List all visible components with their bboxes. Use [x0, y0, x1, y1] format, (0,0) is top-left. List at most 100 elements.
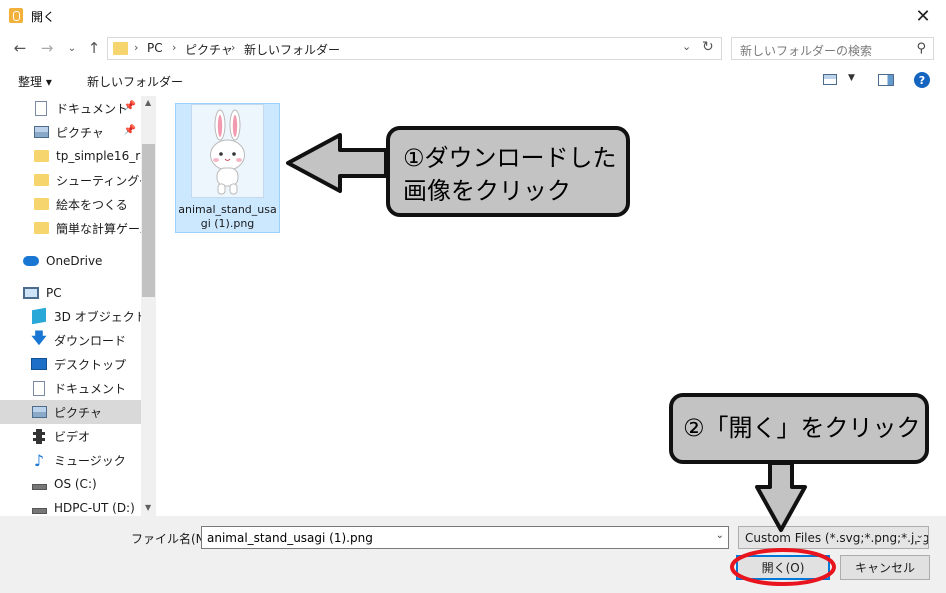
help-icon[interactable]: ? — [914, 72, 930, 88]
breadcrumb-separator: › — [231, 41, 236, 54]
preview-pane-icon[interactable] — [878, 74, 894, 86]
sidebar-item-label: デスクトップ — [54, 357, 127, 372]
folder-icon — [113, 42, 128, 55]
sidebar-item-onedrive[interactable]: OneDrive — [0, 249, 141, 273]
sidebar-item-hdpc-ut-d[interactable]: HDPC-UT (D:) — [0, 496, 141, 516]
sidebar-item-videos[interactable]: ビデオ — [0, 424, 141, 448]
callout-text: ②「開く」をクリック — [683, 414, 921, 442]
filetype-value: Custom Files (*.svg;*.png;*.jpg;* — [745, 531, 929, 545]
document-icon — [33, 100, 49, 116]
pin-icon: 📌 — [123, 101, 136, 112]
sidebar-item-shooting-game[interactable]: シューティングゲーム — [0, 168, 141, 192]
pc-icon — [23, 285, 39, 301]
open-button[interactable]: 開く(O) — [736, 555, 830, 580]
app-icon — [9, 8, 23, 23]
organize-button[interactable]: 整理 ▾ — [18, 73, 52, 90]
sidebar-item-label: ビデオ — [54, 429, 91, 444]
chevron-down-icon[interactable]: ⌄ — [913, 530, 924, 541]
sidebar-item-label: 簡単な計算ゲーム — [56, 221, 141, 236]
sidebar-item-label: PC — [46, 286, 62, 300]
rabbit-image — [210, 109, 245, 195]
breadcrumb-pc[interactable]: PC — [147, 41, 163, 55]
instruction-callout-step2: ②「開く」をクリック — [669, 393, 929, 464]
refresh-icon[interactable]: ↻ — [702, 39, 714, 55]
breadcrumb-separator: › — [134, 41, 139, 54]
chevron-down-icon[interactable]: ⌄ — [682, 40, 691, 53]
drive-icon — [31, 476, 47, 492]
sidebar-item-label: 絵本をつくる — [56, 197, 128, 212]
instruction-callout-step1: ①ダウンロードした 画像をクリック — [386, 126, 630, 217]
sidebar-item-label: tp_simple16_race — [56, 149, 141, 163]
onedrive-icon — [23, 253, 39, 269]
sidebar-item-label: OS (C:) — [54, 477, 97, 491]
arrow-left-icon — [286, 133, 388, 193]
chevron-down-icon[interactable]: ⌄ — [716, 530, 724, 541]
download-icon: 🡇 — [31, 328, 47, 347]
document-icon — [31, 380, 47, 396]
folder-icon — [33, 148, 49, 164]
sidebar-item-calc-game[interactable]: 簡単な計算ゲーム — [0, 216, 141, 240]
sidebar-item-label: ピクチャ — [54, 405, 102, 420]
cancel-button[interactable]: キャンセル — [840, 555, 930, 580]
callout-text: 画像をクリック — [403, 177, 571, 205]
chevron-down-icon[interactable]: ▼ — [848, 73, 855, 83]
file-thumbnail[interactable] — [191, 104, 264, 198]
music-icon: ♪ — [33, 450, 45, 470]
video-icon — [31, 428, 47, 444]
breadcrumb-pictures[interactable]: ピクチャ — [185, 41, 233, 58]
sidebar-item-documents[interactable]: ドキュメント — [0, 376, 141, 400]
filetype-select[interactable]: Custom Files (*.svg;*.png;*.jpg;* ⌄ — [738, 526, 929, 549]
scroll-up-icon[interactable]: ▲ — [145, 98, 151, 107]
back-button[interactable]: ← — [10, 38, 30, 58]
new-folder-button[interactable]: 新しいフォルダー — [87, 73, 183, 90]
scroll-down-icon[interactable]: ▼ — [145, 503, 151, 512]
breadcrumb-new-folder[interactable]: 新しいフォルダー — [244, 41, 340, 58]
sidebar-item-label: ドキュメント — [56, 101, 129, 116]
address-bar[interactable]: › PC › ピクチャ › 新しいフォルダー ⌄ ↻ — [107, 37, 722, 60]
close-button[interactable]: ✕ — [900, 0, 946, 32]
pictures-icon — [33, 124, 49, 140]
up-button[interactable]: ↑ — [84, 38, 104, 58]
view-options-icon[interactable] — [823, 74, 837, 85]
filename-field[interactable]: animal_stand_usagi (1).png ⌄ — [201, 526, 729, 549]
sidebar-item-os-c[interactable]: OS (C:) — [0, 472, 141, 496]
recent-locations-button[interactable]: ⌄ — [62, 38, 82, 58]
pin-icon: 📌 — [123, 125, 136, 136]
breadcrumb-separator: › — [172, 41, 177, 54]
sidebar-item-label: ミュージック — [54, 453, 126, 468]
drive-icon — [31, 500, 47, 516]
folder-icon — [33, 172, 49, 188]
desktop-icon — [31, 356, 47, 372]
sidebar-item-picture-book[interactable]: 絵本をつくる — [0, 192, 141, 216]
sidebar-item-label: ドキュメント — [54, 381, 127, 396]
sidebar-item-label: シューティングゲーム — [56, 173, 141, 188]
pictures-icon — [31, 404, 47, 420]
sidebar-item-label: ピクチャ — [56, 125, 104, 140]
search-placeholder: 新しいフォルダーの検索 — [740, 44, 873, 58]
sidebar-item-label: OneDrive — [46, 254, 103, 268]
sidebar-item-tp-simple16-race[interactable]: tp_simple16_race — [0, 144, 141, 168]
forward-button[interactable]: → — [37, 38, 57, 58]
navigation-pane: ドキュメント 📌 ピクチャ 📌 tp_simple16_race シューティング… — [0, 96, 156, 516]
title-bar: 開く ✕ — [0, 0, 946, 32]
file-name-label[interactable]: animal_stand_usagi (1).png — [178, 203, 277, 231]
sidebar-item-quick-pictures[interactable]: ピクチャ 📌 — [0, 120, 141, 144]
filename-value: animal_stand_usagi (1).png — [207, 531, 373, 545]
sidebar-item-downloads[interactable]: 🡇 ダウンロード — [0, 328, 141, 352]
sidebar-item-pictures[interactable]: ピクチャ — [0, 400, 141, 424]
3d-objects-icon — [31, 307, 47, 325]
folder-icon — [33, 196, 49, 212]
search-icon: ⚲ — [916, 41, 926, 56]
scrollbar-thumb[interactable] — [142, 144, 155, 297]
sidebar-item-desktop[interactable]: デスクトップ — [0, 352, 141, 376]
sidebar-item-music[interactable]: ♪ ミュージック — [0, 448, 141, 472]
sidebar-item-3d-objects[interactable]: 3D オブジェクト — [0, 304, 141, 328]
sidebar-item-pc[interactable]: PC — [0, 281, 141, 305]
sidebar-item-quick-documents[interactable]: ドキュメント 📌 — [0, 96, 141, 120]
sidebar-item-label: ダウンロード — [54, 333, 127, 348]
search-input[interactable]: 新しいフォルダーの検索 ⚲ — [731, 37, 934, 60]
command-toolbar: 整理 ▾ 新しいフォルダー — [0, 66, 946, 96]
window-title: 開く — [31, 10, 56, 24]
folder-icon — [33, 220, 49, 236]
sidebar-item-label: 3D オブジェクト — [54, 309, 141, 324]
